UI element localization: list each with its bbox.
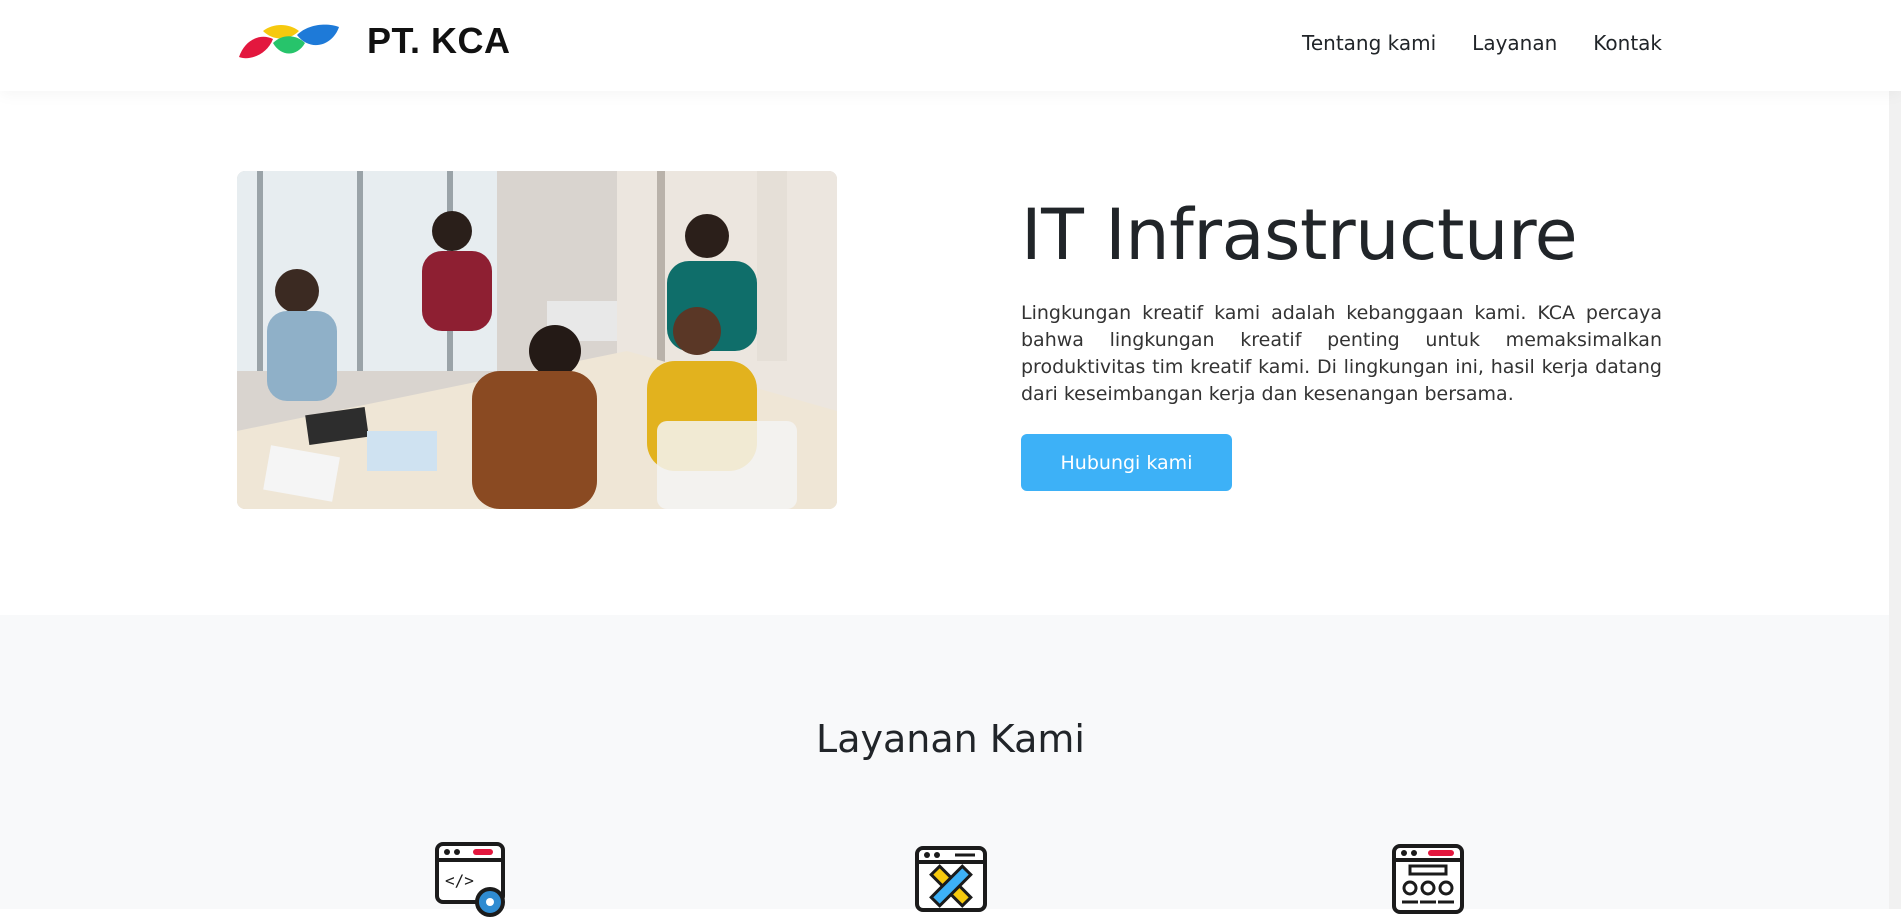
logo-mark-icon bbox=[239, 24, 339, 59]
logo[interactable]: PT. KCA bbox=[237, 20, 511, 62]
brand-name: PT. KCA bbox=[367, 20, 511, 61]
hero-content: IT Infrastructure Lingkungan kreatif kam… bbox=[1021, 197, 1662, 491]
design-tools-icon bbox=[915, 846, 987, 912]
hero-team-photo bbox=[237, 171, 837, 509]
web-layout-icon bbox=[1392, 844, 1464, 914]
nav-link-kontak[interactable]: Kontak bbox=[1593, 31, 1662, 55]
page-scrollbar[interactable] bbox=[1889, 0, 1901, 909]
main-nav: Tentang kami Layanan Kontak bbox=[1302, 31, 1662, 55]
navbar: PT. KCA Tentang kami Layanan Kontak bbox=[0, 0, 1901, 91]
nav-link-tentang-kami[interactable]: Tentang kami bbox=[1302, 31, 1436, 55]
hero-title: IT Infrastructure bbox=[1021, 194, 1578, 276]
services-title: Layanan Kami bbox=[816, 717, 1085, 761]
contact-button[interactable]: Hubungi kami bbox=[1021, 434, 1232, 491]
hero-description: Lingkungan kreatif kami adalah kebanggaa… bbox=[1021, 302, 1662, 405]
code-settings-icon: </> bbox=[435, 842, 505, 917]
svg-text:</>: </> bbox=[445, 871, 474, 890]
hero-section: IT Infrastructure Lingkungan kreatif kam… bbox=[0, 91, 1901, 615]
services-section: Layanan Kami </> bbox=[0, 615, 1901, 917]
nav-link-layanan[interactable]: Layanan bbox=[1472, 31, 1557, 55]
